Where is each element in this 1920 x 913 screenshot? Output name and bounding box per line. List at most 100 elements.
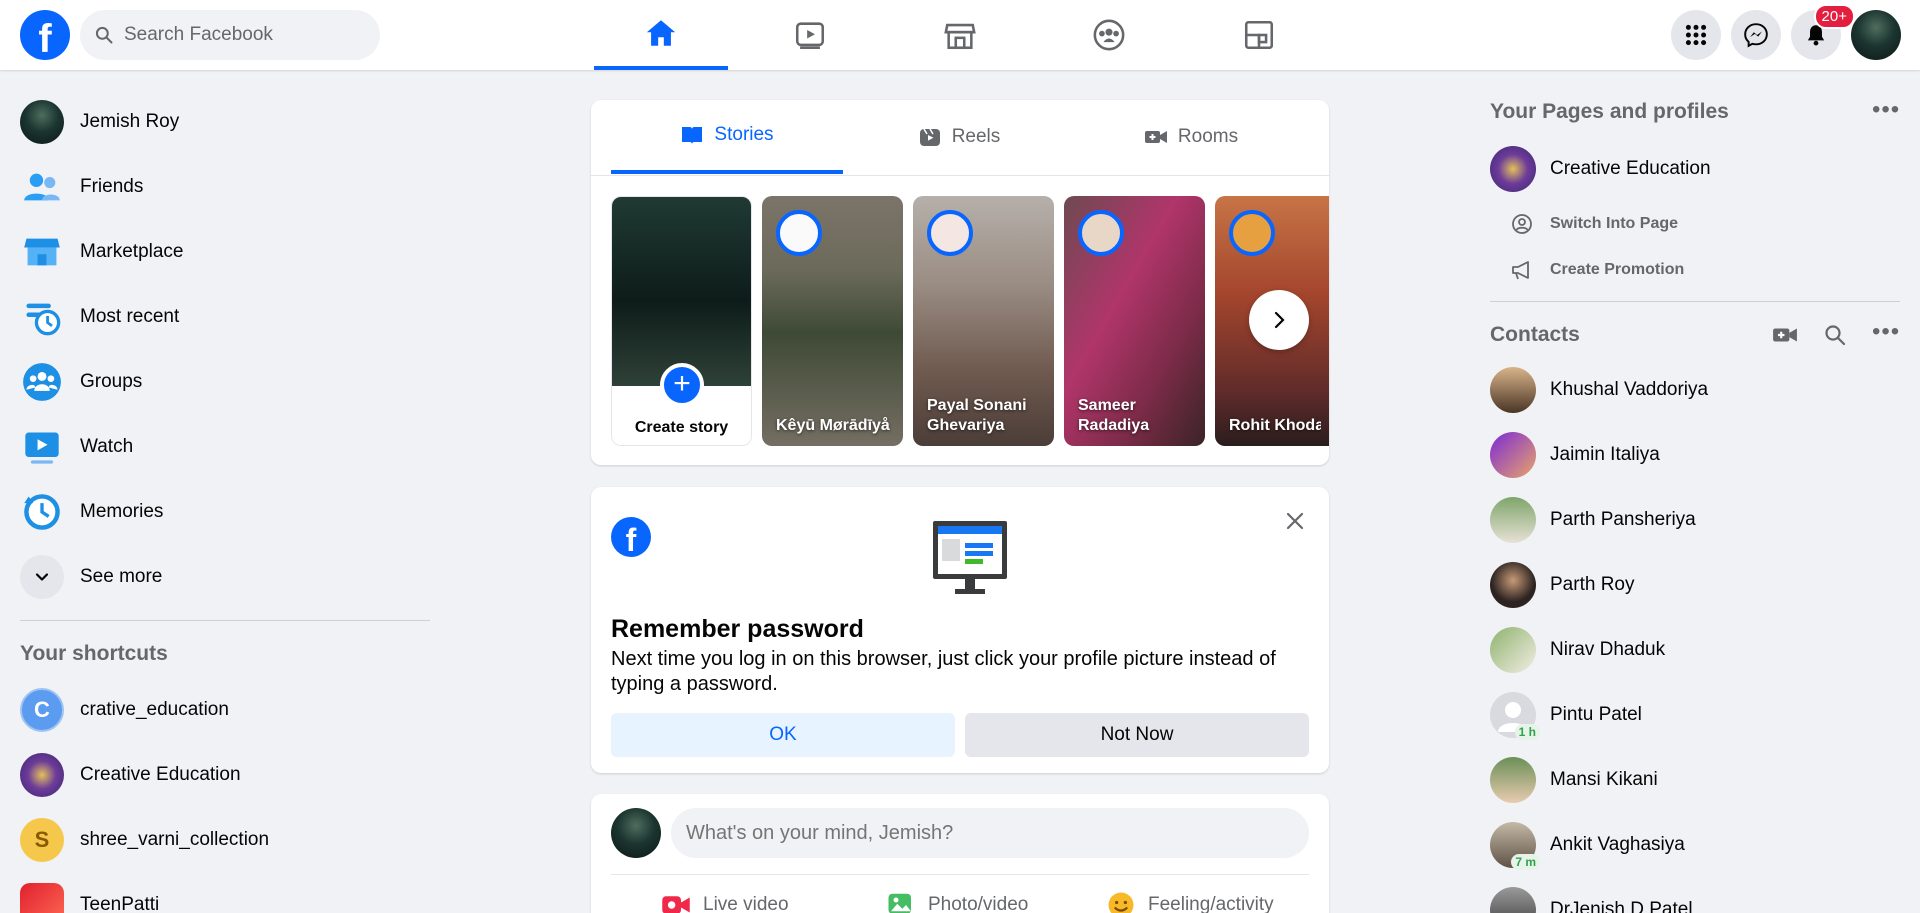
contact-item[interactable]: Jaimin Italiya <box>1490 427 1900 483</box>
search-box[interactable] <box>80 10 380 60</box>
stories-next-button[interactable] <box>1249 290 1309 350</box>
whats-on-your-mind-input[interactable] <box>671 808 1309 858</box>
contact-item[interactable]: Nirav Dhaduk <box>1490 622 1900 678</box>
active-time-badge: 1 h <box>1514 724 1540 740</box>
shortcut-label: TeenPatti <box>80 894 160 913</box>
contact-item[interactable]: 1 h Pintu Patel <box>1490 687 1900 743</box>
sidebar-item-friends[interactable]: Friends <box>20 159 430 215</box>
story-card[interactable]: Payal Sonani Ghevariya <box>913 196 1054 446</box>
facebook-logo-small: f <box>611 517 651 557</box>
sidebar-item-most-recent[interactable]: Most recent <box>20 289 430 345</box>
creative-education-logo <box>20 753 64 797</box>
most-recent-icon <box>20 295 64 339</box>
contact-item[interactable]: Parth Roy <box>1490 557 1900 613</box>
marketplace-icon <box>20 230 64 274</box>
tab-label: Rooms <box>1177 126 1239 147</box>
shortcut-label: Creative Education <box>80 764 241 785</box>
shortcut-item[interactable]: C crative_education <box>20 682 430 738</box>
contact-item[interactable]: Parth Pansheriya <box>1490 492 1900 548</box>
create-promotion-link[interactable]: Create Promotion <box>1510 258 1684 282</box>
groups-icon <box>1093 19 1125 51</box>
story-avatar <box>927 210 973 256</box>
stories-divider <box>591 175 1329 176</box>
story-avatar <box>1078 210 1124 256</box>
page-name: Creative Education <box>1550 158 1711 179</box>
story-avatar <box>776 210 822 256</box>
stories-card: Stories Reels Rooms + Create story Kêyū … <box>591 100 1329 465</box>
contact-name: Mansi Kikani <box>1550 769 1658 790</box>
messenger-button[interactable] <box>1731 10 1781 60</box>
sidebar-item-watch[interactable]: Watch <box>20 419 430 475</box>
story-author-name: Kêyū Mørādīyå <box>776 417 890 434</box>
sidebar-item-profile[interactable]: Jemish Roy <box>20 94 430 150</box>
tab-marketplace[interactable] <box>893 0 1027 70</box>
shortcut-item[interactable]: Creative Education <box>20 747 430 803</box>
creative-education-logo <box>1490 146 1536 192</box>
reels-icon <box>919 128 940 146</box>
video-camera-icon <box>1144 131 1167 143</box>
account-avatar[interactable] <box>1851 10 1901 60</box>
shortcut-avatar: C <box>20 688 64 732</box>
story-card[interactable]: Sameer Radadiya <box>1064 196 1205 446</box>
story-author-name: Payal Sonani Ghevariya <box>927 397 1027 434</box>
photo-video-button[interactable]: Photo/video <box>886 890 1028 913</box>
photo-icon <box>888 893 911 913</box>
chevron-down-icon <box>20 555 64 599</box>
computer-illustration-icon <box>933 521 1007 594</box>
megaphone-icon <box>1512 261 1529 280</box>
sidebar-item-groups[interactable]: Groups <box>20 354 430 410</box>
tab-rooms[interactable]: Rooms <box>1075 100 1307 174</box>
search-contacts-icon[interactable] <box>1823 323 1847 347</box>
contact-name: DrJenish D Patel <box>1550 899 1693 913</box>
contact-avatar <box>1490 432 1536 478</box>
more-options-icon[interactable]: ••• <box>1872 96 1900 124</box>
contact-item[interactable]: 7 m Ankit Vaghasiya <box>1490 817 1900 873</box>
tab-reels[interactable]: Reels <box>843 100 1075 174</box>
menu-button[interactable] <box>1671 10 1721 60</box>
page-item[interactable]: Creative Education <box>1490 141 1900 197</box>
search-icon <box>95 26 113 44</box>
composer-avatar[interactable] <box>611 808 661 858</box>
search-input[interactable] <box>124 24 354 46</box>
facebook-logo[interactable]: f <box>20 10 70 60</box>
memories-clock-icon <box>20 490 64 534</box>
pages-profiles-title: Your Pages and profiles <box>1490 100 1729 123</box>
tab-groups[interactable] <box>1042 0 1176 70</box>
ok-button[interactable]: OK <box>611 713 955 757</box>
notifications-button[interactable]: 20+ <box>1791 4 1855 60</box>
contact-avatar: 1 h <box>1490 692 1540 740</box>
create-story-card[interactable]: + Create story <box>611 196 752 446</box>
contact-item[interactable]: Mansi Kikani <box>1490 752 1900 808</box>
tab-home[interactable] <box>594 0 728 70</box>
contact-item[interactable]: Khushal Vaddoriya <box>1490 362 1900 418</box>
tab-stories[interactable]: Stories <box>611 100 843 174</box>
tab-watch[interactable] <box>743 0 877 70</box>
sidebar-item-label: Most recent <box>80 306 180 327</box>
switch-into-page-link[interactable]: Switch Into Page <box>1510 212 1678 236</box>
not-now-button[interactable]: Not Now <box>965 713 1309 757</box>
watch-icon <box>795 22 825 50</box>
create-story-photo <box>612 197 751 386</box>
sidebar-item-label: Jemish Roy <box>80 111 180 132</box>
watch-icon <box>20 425 64 469</box>
sidebar-item-marketplace[interactable]: Marketplace <box>20 224 430 280</box>
sidebar-item-see-more[interactable]: See more <box>20 549 430 605</box>
remember-password-title: Remember password <box>611 615 864 643</box>
groups-icon <box>20 360 64 404</box>
add-story-plus-icon[interactable]: + <box>660 363 704 407</box>
feeling-activity-button[interactable]: Feeling/activity <box>1106 890 1274 913</box>
close-button[interactable] <box>1279 505 1311 537</box>
shortcut-label: crative_education <box>80 699 229 720</box>
shortcut-item[interactable]: TeenPatti <box>20 877 430 913</box>
shortcut-item[interactable]: S shree_varni_collection <box>20 812 430 868</box>
smiley-icon <box>1108 892 1134 913</box>
live-video-button[interactable]: Live video <box>661 890 789 913</box>
contact-avatar <box>1490 562 1536 608</box>
contact-item[interactable]: DrJenish D Patel <box>1490 882 1900 913</box>
tab-gaming[interactable] <box>1192 0 1326 70</box>
new-room-video-icon[interactable] <box>1772 322 1798 348</box>
contacts-options-icon[interactable]: ••• <box>1872 318 1900 346</box>
contact-name: Parth Roy <box>1550 574 1635 595</box>
story-card[interactable]: Kêyū Mørādīyå <box>762 196 903 446</box>
sidebar-item-memories[interactable]: Memories <box>20 484 430 540</box>
